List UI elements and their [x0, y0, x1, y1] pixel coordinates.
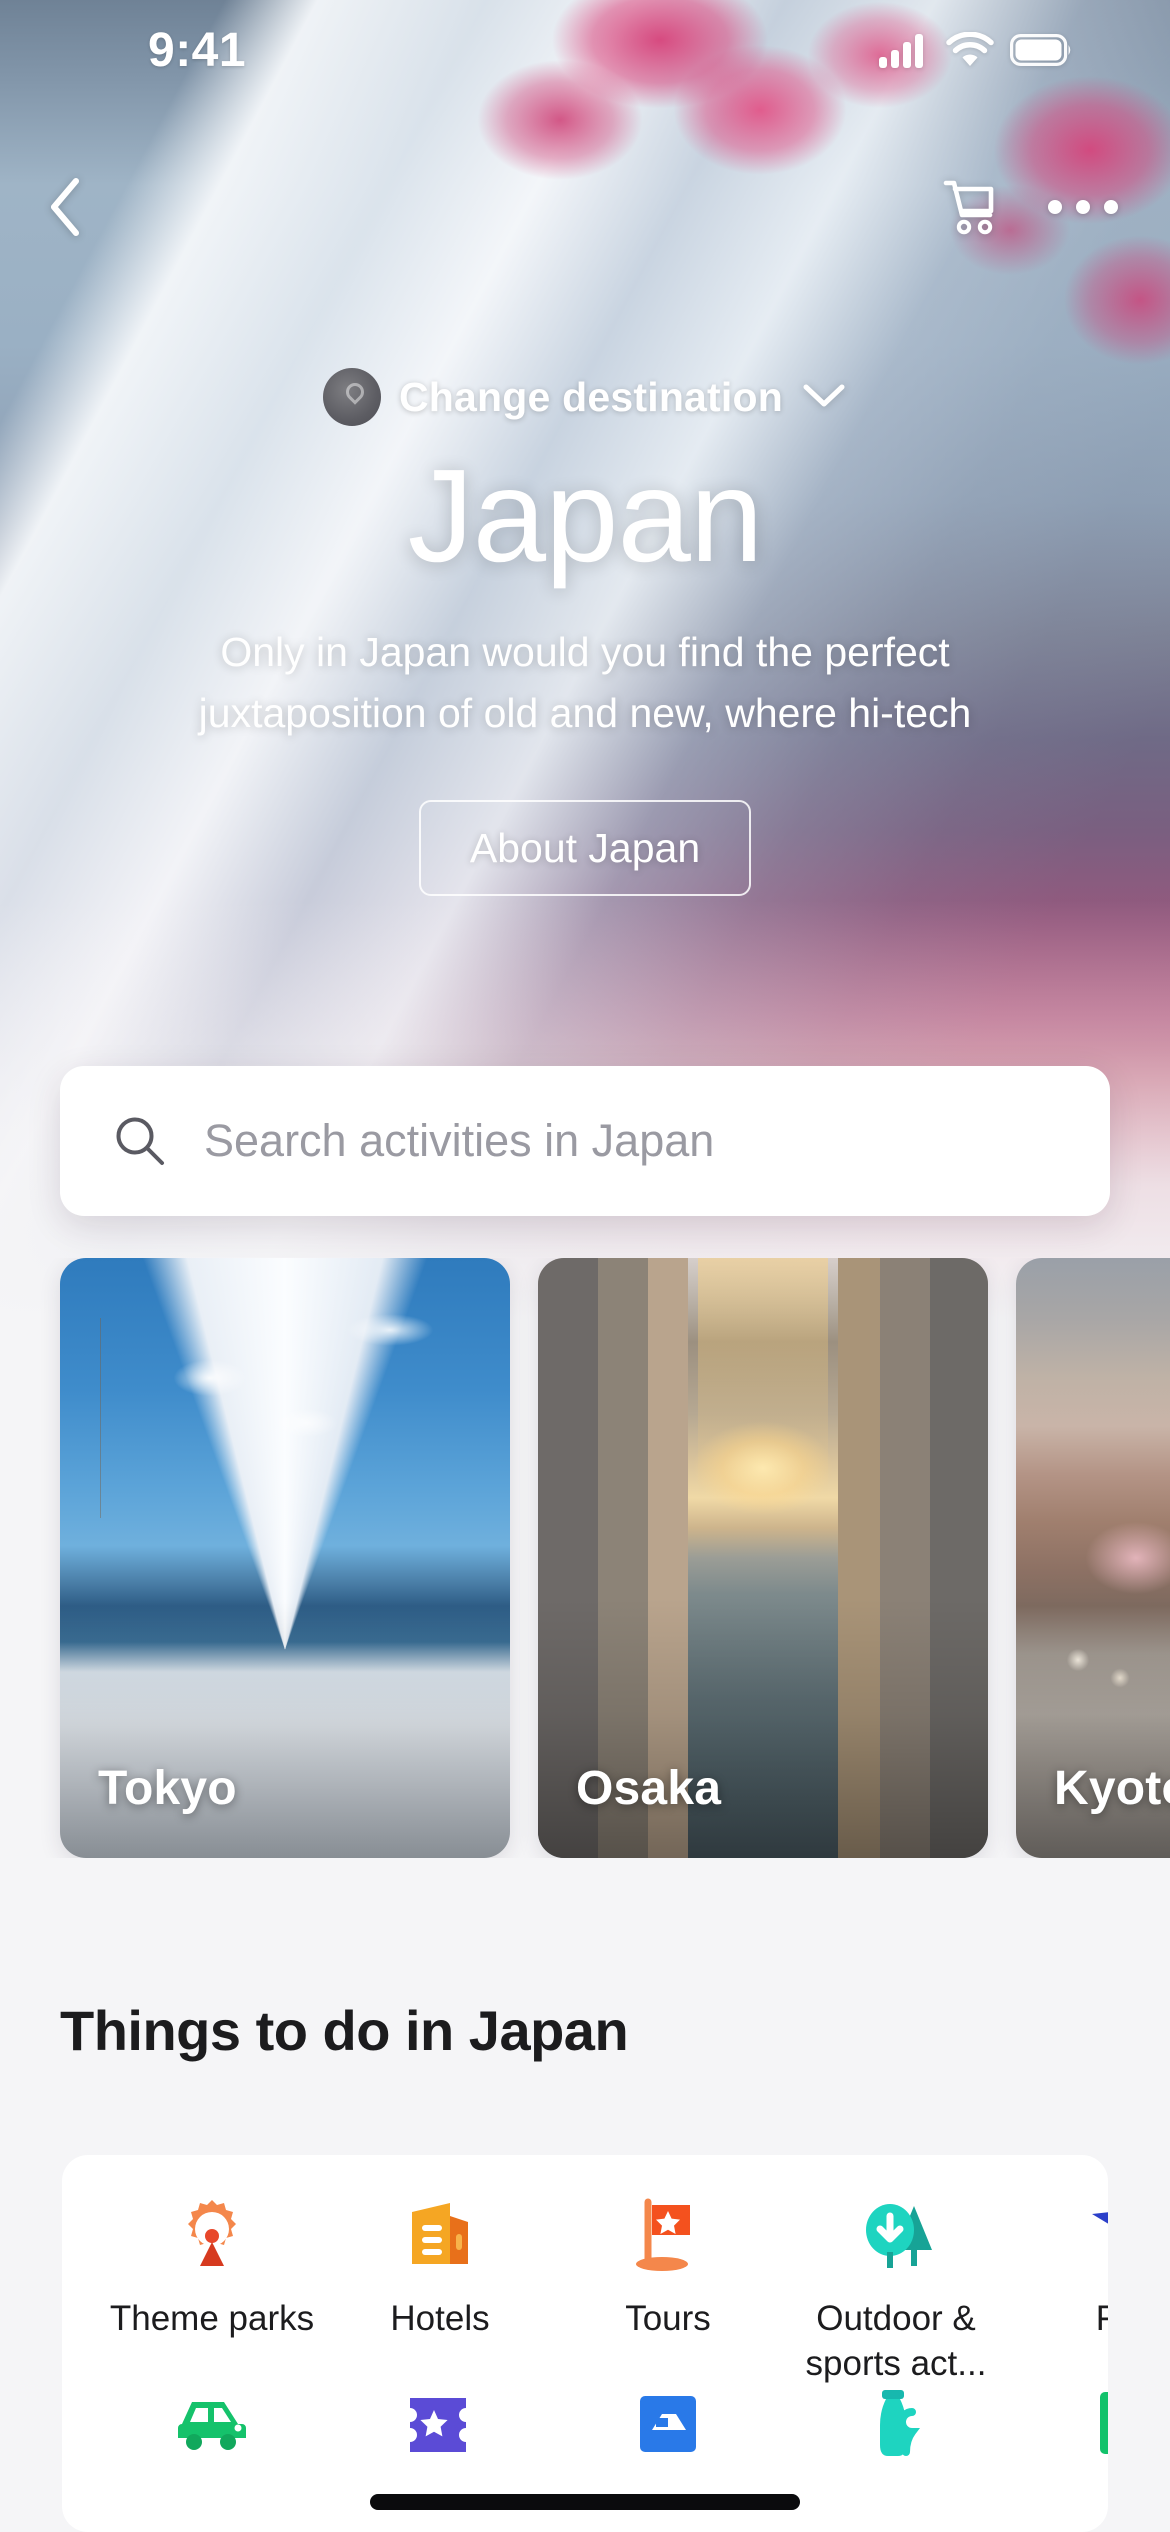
city-image-overlay	[60, 1598, 510, 1858]
city-image-overlay	[1016, 1598, 1170, 1858]
status-bar-time: 9:41	[148, 23, 247, 77]
change-destination-row[interactable]: Change destination	[0, 368, 1170, 426]
hotel-building-icon	[397, 2189, 483, 2275]
more-options-icon[interactable]	[1048, 200, 1118, 214]
city-name: Kyoto	[1054, 1762, 1170, 1815]
dot	[1048, 200, 1062, 214]
ferris-wheel-icon	[169, 2189, 255, 2275]
category-theme-parks[interactable]: Theme parks	[98, 2155, 326, 2342]
car-rental-icon	[169, 2377, 255, 2463]
category-tickets[interactable]	[326, 2343, 554, 2485]
search-icon	[112, 1113, 168, 1169]
hero-description: Only in Japan would you find the perfect…	[198, 629, 972, 736]
home-indicator	[370, 2494, 800, 2510]
navigation-bar	[0, 152, 1170, 262]
category-label: Theme parks	[109, 2299, 315, 2338]
categories-card: Theme parks Hotels Tours Outdoor & sport…	[62, 2155, 1108, 2532]
back-button[interactable]	[44, 175, 88, 239]
flag-star-icon	[625, 2189, 711, 2275]
section-title-things-to-do: Things to do in Japan	[60, 1999, 629, 2062]
battery-icon	[1010, 34, 1072, 66]
dot	[1076, 200, 1090, 214]
about-japan-button[interactable]: About Japan	[419, 800, 751, 896]
change-destination-label: Change destination	[398, 373, 783, 420]
city-image-overlay	[538, 1598, 988, 1858]
dot	[1104, 200, 1118, 214]
nav-actions	[940, 176, 1118, 238]
category-hotels[interactable]: Hotels	[326, 2155, 554, 2342]
trees-icon	[853, 2189, 939, 2275]
category-spa[interactable]	[782, 2343, 1010, 2485]
status-bar-icons	[878, 32, 1072, 68]
wifi-card-icon	[1081, 2377, 1108, 2463]
city-card-tokyo[interactable]: Tokyo	[60, 1258, 510, 1858]
transfer-card-icon	[625, 2377, 711, 2463]
category-wifi[interactable]	[1010, 2343, 1108, 2485]
page-title: Japan	[407, 442, 764, 589]
city-name: Tokyo	[98, 1762, 237, 1815]
city-name: Osaka	[576, 1762, 722, 1815]
search-bar[interactable]	[60, 1066, 1110, 1216]
ticket-star-icon	[397, 2377, 483, 2463]
airplane-icon	[1081, 2189, 1108, 2275]
city-cards-carousel[interactable]: Tokyo Osaka Kyoto	[0, 1258, 1170, 1858]
category-label: Flig	[1095, 2299, 1108, 2338]
categories-row-1: Theme parks Hotels Tours Outdoor & sport…	[62, 2155, 1108, 2383]
chevron-down-icon[interactable]	[801, 380, 847, 415]
status-bar: 9:41	[0, 0, 1170, 100]
location-pin-avatar	[322, 368, 381, 426]
category-label: Hotels	[390, 2299, 490, 2338]
shopping-cart-icon[interactable]	[940, 176, 1002, 238]
category-label: Tours	[625, 2299, 711, 2338]
spa-bottle-icon	[853, 2377, 939, 2463]
category-car-rentals[interactable]	[98, 2343, 326, 2485]
cellular-signal-icon	[878, 32, 930, 68]
wifi-icon	[946, 32, 994, 68]
city-card-osaka[interactable]: Osaka	[538, 1258, 988, 1858]
category-transfers[interactable]	[554, 2343, 782, 2485]
city-card-kyoto[interactable]: Kyoto	[1016, 1258, 1170, 1858]
category-flights[interactable]: Flig	[1010, 2155, 1108, 2342]
search-input[interactable]	[204, 1115, 1058, 1167]
category-tours[interactable]: Tours	[554, 2155, 782, 2342]
